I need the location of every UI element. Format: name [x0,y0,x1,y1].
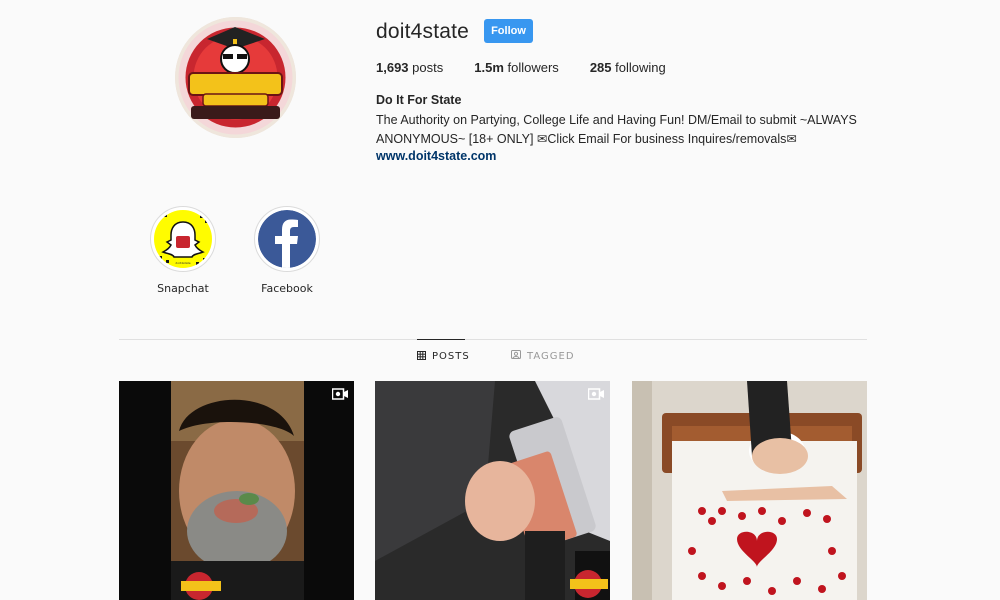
facebook-f-icon [258,210,316,268]
highlight-label: Snapchat [157,282,209,295]
state-snaps-logo [175,17,296,138]
post-thumbnail[interactable] [375,381,610,600]
profile-website-link[interactable]: www.doit4state.com [376,149,496,163]
grid-icon [417,350,426,363]
video-icon [588,388,604,400]
posts-count: 1,693 [376,60,409,75]
bio-line: The Authority on Partying, College Life … [376,113,857,127]
post-image [375,381,610,600]
svg-text:doit4state: doit4state [175,261,190,265]
posts-count-stat: 1,693 posts [376,60,443,75]
following-count: 285 [589,60,612,75]
tab-label: TAGGED [527,350,575,362]
highlight-ring [254,206,320,272]
followers-label: followers [507,60,559,75]
profile-stats: 1,693 posts 1.5m followers 285 following [376,60,697,75]
bio-line: ANONYMOUS~ [18+ ONLY] ✉Click Email For b… [376,132,797,146]
profile-avatar[interactable] [175,17,296,138]
following-label: following [615,60,666,75]
tagged-icon [511,350,521,362]
tab-posts[interactable]: POSTS [417,339,469,373]
following-stat[interactable]: 285 following [590,60,666,75]
profile-bio: The Authority on Partying, College Life … [376,111,876,149]
highlight-label: Facebook [261,282,313,295]
tab-tagged[interactable]: TAGGED [511,339,574,373]
profile-full-name: Do It For State [376,93,462,107]
posts-label: posts [412,60,444,75]
post-thumbnail[interactable] [632,381,867,600]
post-image [119,381,354,600]
snapchat-ghost-icon: doit4state [154,210,212,268]
post-image [632,381,867,600]
followers-stat[interactable]: 1.5m followers [474,60,559,75]
tabs-divider [119,339,867,340]
profile-username: doit4state [376,20,470,43]
highlight-ring: doit4state [150,206,216,272]
followers-count: 1.5m [474,60,504,75]
follow-button[interactable]: Follow [484,19,533,43]
post-thumbnail[interactable] [119,381,354,600]
highlight-facebook[interactable]: Facebook [247,206,327,295]
video-icon [332,388,348,400]
highlight-snapchat[interactable]: doit4state Snapchat [143,206,223,295]
tab-label: POSTS [432,351,470,362]
